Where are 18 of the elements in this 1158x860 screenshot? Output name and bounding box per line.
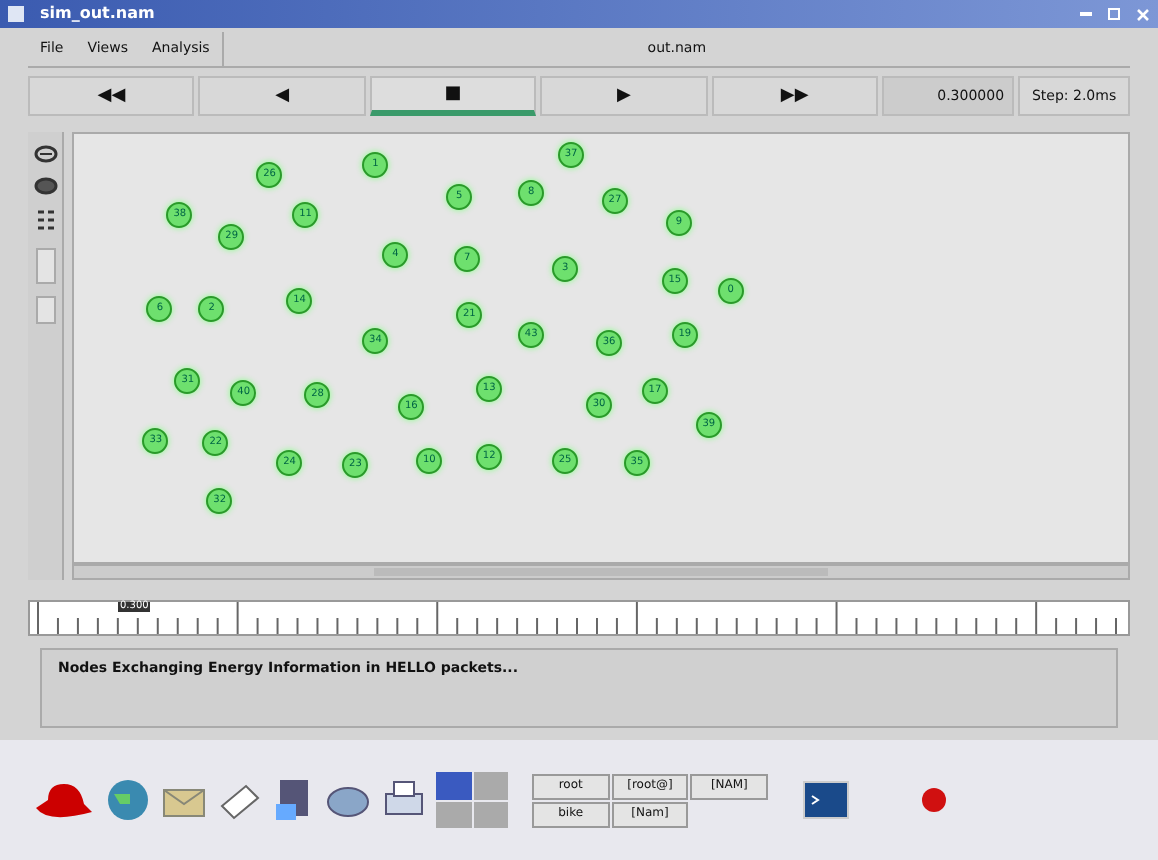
playback-button[interactable]: ■ (369, 76, 537, 116)
maximize-icon[interactable] (1108, 8, 1120, 20)
workspace-switcher[interactable] (436, 772, 508, 828)
slider-thumb[interactable] (35, 296, 55, 324)
grid-icon[interactable] (35, 208, 55, 236)
window-title: sim_out.nam (40, 6, 155, 22)
terminal-icon[interactable] (800, 776, 852, 824)
playback-button[interactable]: ▶ (540, 76, 708, 116)
playback-button[interactable]: ◀ (198, 76, 366, 116)
zoom-out-icon[interactable] (33, 176, 57, 196)
playback-button[interactable]: ◀◀ (28, 76, 195, 116)
horizontal-scrollbar[interactable] (72, 564, 1130, 580)
globe-icon[interactable] (104, 776, 152, 824)
close-icon[interactable] (1136, 7, 1150, 21)
zoom-in-icon[interactable] (33, 144, 57, 164)
slider-track[interactable] (35, 248, 55, 284)
playback-button[interactable]: ▶▶ (711, 76, 879, 116)
record-icon[interactable] (920, 786, 948, 814)
